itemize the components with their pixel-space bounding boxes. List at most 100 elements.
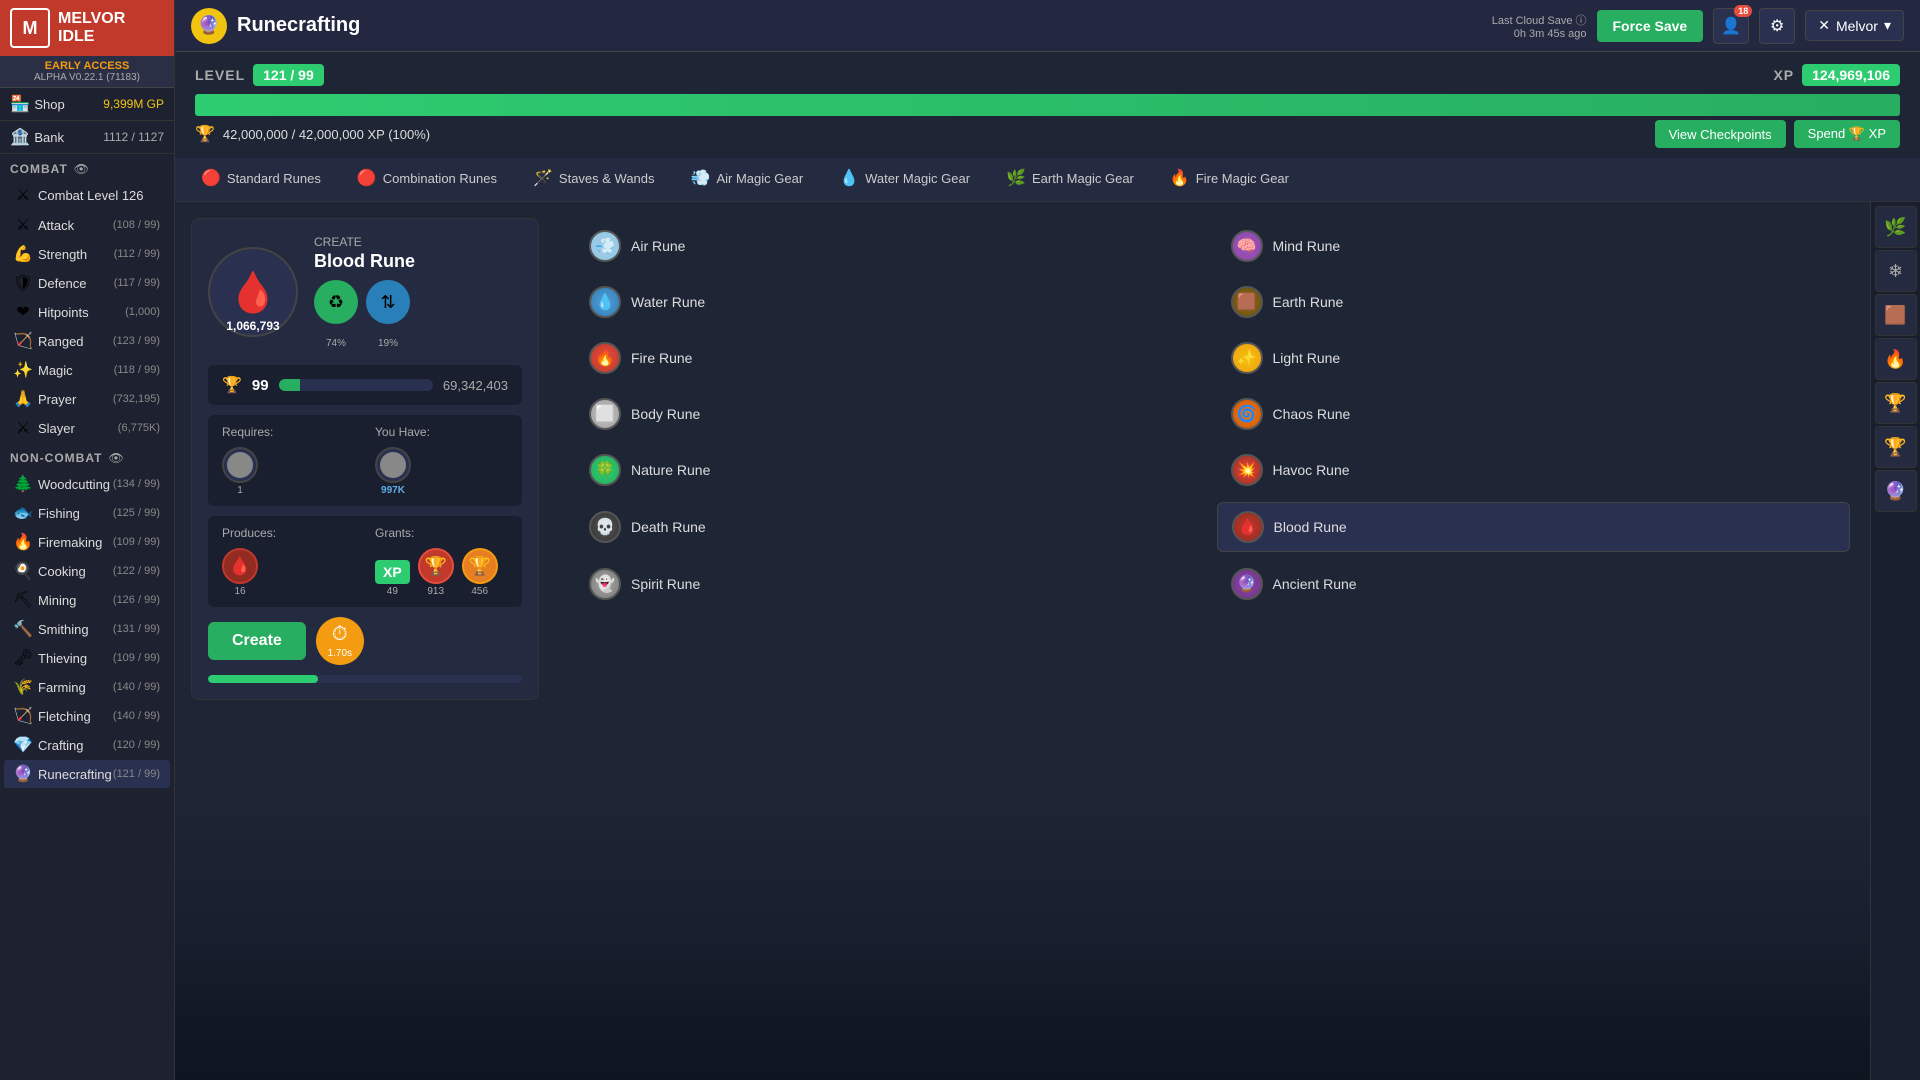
produce-count: 16 (234, 586, 245, 597)
timer-label: 1.70s (328, 648, 352, 659)
logo[interactable]: M (10, 8, 50, 48)
sidebar-item-ranged[interactable]: 🏹 Ranged (123 / 99) (4, 327, 170, 355)
sidebar-item-bank[interactable]: 🏦 Bank 1112 / 1127 (0, 121, 174, 154)
rune-item-nature-rune[interactable]: 🍀 Nature Rune (575, 446, 1209, 494)
bank-slots: 1112 / 1127 (103, 130, 164, 144)
arrows-button[interactable]: ⇅ (366, 280, 410, 324)
rune-item-earth-rune[interactable]: 🟫 Earth Rune (1217, 278, 1851, 326)
rune-item-fire-rune[interactable]: 🔥 Fire Rune (575, 334, 1209, 382)
noncombat-section-label: NON-COMBAT (10, 451, 102, 465)
tab-standard-runes[interactable]: 🔴 Standard Runes (185, 158, 337, 201)
tab-earth-magic-gear[interactable]: 🌿 Earth Magic Gear (990, 158, 1150, 201)
rune-item-chaos-rune[interactable]: 🌀 Chaos Rune (1217, 390, 1851, 438)
tab-icon: 🪄 (533, 168, 553, 188)
rune-item-mind-rune[interactable]: 🧠 Mind Rune (1217, 222, 1851, 270)
skill-levels: (123 / 99) (113, 335, 160, 347)
right-sidebar-btn-trophy[interactable]: 🏆 (1875, 382, 1917, 424)
sidebar-item-firemaking[interactable]: 🔥 Firemaking (109 / 99) (4, 528, 170, 556)
sidebar-item-runecrafting[interactable]: 🔮 Runecrafting (121 / 99) (4, 760, 170, 788)
tab-label: Water Magic Gear (865, 171, 970, 186)
sidebar-item-crafting[interactable]: 💎 Crafting (120 / 99) (4, 731, 170, 759)
sidebar-item-smithing[interactable]: 🔨 Smithing (131 / 99) (4, 615, 170, 643)
xp-value: 124,969,106 (1802, 64, 1900, 86)
sidebar-item-magic[interactable]: ✨ Magic (118 / 99) (4, 356, 170, 384)
rune-name: Spirit Rune (631, 576, 700, 592)
sidebar-item-attack[interactable]: ⚔ Attack (108 / 99) (4, 211, 170, 239)
craft-qty-bar (279, 379, 433, 391)
skill-levels: (134 / 99) (113, 478, 160, 490)
you-have-count: 997K (381, 485, 405, 496)
rune-item-water-rune[interactable]: 💧 Water Rune (575, 278, 1209, 326)
sidebar-item-woodcutting[interactable]: 🌲 Woodcutting (134 / 99) (4, 470, 170, 498)
create-timer-button[interactable]: ⏱ 1.70s (316, 617, 364, 665)
sidebar-item-shop[interactable]: 🏪 Shop 9,399M GP (0, 88, 174, 121)
tab-water-magic-gear[interactable]: 💧 Water Magic Gear (823, 158, 986, 201)
rune-icon: 🔮 (1231, 568, 1263, 600)
rune-name: Mind Rune (1273, 238, 1341, 254)
sidebar-item-mining[interactable]: ⛏ Mining (126 / 99) (4, 586, 170, 614)
right-sidebar-btn-ice[interactable]: ❄ (1875, 250, 1917, 292)
rune-icon: 🌀 (1231, 398, 1263, 430)
craft-item-name: Blood Rune (314, 251, 415, 272)
combat-level-label: Combat Level 126 (38, 188, 144, 203)
recycle-button[interactable]: ♻ (314, 280, 358, 324)
create-button[interactable]: Create (208, 622, 306, 660)
main-content: 🔮 Runecrafting Last Cloud Save ⓘ 0h 3m 4… (175, 0, 1920, 1080)
rune-name: Air Rune (631, 238, 685, 254)
rune-item-light-rune[interactable]: ✨ Light Rune (1217, 334, 1851, 382)
tab-label: Staves & Wands (559, 171, 655, 186)
sidebar-item-fishing[interactable]: 🐟 Fishing (125 / 99) (4, 499, 170, 527)
save-info: Last Cloud Save ⓘ 0h 3m 45s ago (1492, 12, 1587, 40)
noncombat-visibility-toggle[interactable]: 👁 (108, 451, 123, 465)
user-menu-button[interactable]: ✕ Melvor ▾ (1805, 10, 1904, 41)
right-sidebar-btn-nature[interactable]: 🌿 (1875, 206, 1917, 248)
sidebar-item-prayer[interactable]: 🙏 Prayer (732,195) (4, 385, 170, 413)
rune-item-blood-rune[interactable]: 🩸 Blood Rune (1217, 502, 1851, 552)
combat-visibility-toggle[interactable]: 👁 (74, 162, 89, 176)
view-checkpoints-button[interactable]: View Checkpoints (1655, 120, 1786, 148)
skill-icon: 🛡 (14, 274, 32, 292)
tab-fire-magic-gear[interactable]: 🔥 Fire Magic Gear (1154, 158, 1305, 201)
tab-air-magic-gear[interactable]: 💨 Air Magic Gear (675, 158, 820, 201)
grant-xp: XP 49 (375, 560, 410, 597)
topbar: 🔮 Runecrafting Last Cloud Save ⓘ 0h 3m 4… (175, 0, 1920, 52)
force-save-button[interactable]: Force Save (1597, 10, 1704, 42)
rune-item-spirit-rune[interactable]: 👻 Spirit Rune (575, 560, 1209, 608)
rune-item-body-rune[interactable]: ⬜ Body Rune (575, 390, 1209, 438)
sidebar-item-defence[interactable]: 🛡 Defence (117 / 99) (4, 269, 170, 297)
req-item[interactable]: 1 (222, 447, 258, 496)
sidebar-item-cooking[interactable]: 🍳 Cooking (122 / 99) (4, 557, 170, 585)
sidebar-item-strength[interactable]: 💪 Strength (112 / 99) (4, 240, 170, 268)
tab-staves-&-wands[interactable]: 🪄 Staves & Wands (517, 158, 671, 201)
rune-item-death-rune[interactable]: 💀 Death Rune (575, 502, 1209, 552)
craft-qty-max: 69,342,403 (443, 378, 508, 393)
craft-item-icon: 🩸 (228, 269, 278, 316)
bank-label: Bank (34, 130, 64, 145)
right-sidebar-btn-rune[interactable]: 🔮 (1875, 470, 1917, 512)
skill-icon: 🏹 (14, 332, 32, 350)
sidebar-item-fletching[interactable]: 🏹 Fletching (140 / 99) (4, 702, 170, 730)
sidebar-item-hitpoints[interactable]: ❤ Hitpoints (1,000) (4, 298, 170, 326)
create-button-row: Create ⏱ 1.70s (208, 617, 522, 665)
right-sidebar-btn-earth[interactable]: 🟫 (1875, 294, 1917, 336)
rune-item-havoc-rune[interactable]: 💥 Havoc Rune (1217, 446, 1851, 494)
right-sidebar-btn-trophy2[interactable]: 🏆 (1875, 426, 1917, 468)
rune-icon: 🟫 (1231, 286, 1263, 318)
rune-item-air-rune[interactable]: 💨 Air Rune (575, 222, 1209, 270)
settings-button[interactable]: ⚙ (1759, 8, 1795, 44)
skill-icon: ⛏ (14, 591, 32, 609)
rune-item-ancient-rune[interactable]: 🔮 Ancient Rune (1217, 560, 1851, 608)
spend-xp-button[interactable]: Spend 🏆 XP (1794, 120, 1900, 148)
sidebar-item-combat-level[interactable]: ⚔ Combat Level 126 (4, 181, 170, 209)
sidebar-item-thieving[interactable]: 🗝 Thieving (109 / 99) (4, 644, 170, 672)
you-have-items: 997K (375, 447, 508, 496)
craft-info: CREATE Blood Rune ♻ 74% ⇅ 19% (314, 235, 415, 349)
notifications-button[interactable]: 👤 18 (1713, 8, 1749, 44)
you-have-item[interactable]: 997K (375, 447, 411, 496)
tab-icon: 💨 (691, 168, 711, 188)
sidebar-item-slayer[interactable]: ⚔ Slayer (6,775K) (4, 414, 170, 442)
tab-combination-runes[interactable]: 🔴 Combination Runes (341, 158, 513, 201)
sidebar-item-farming[interactable]: 🌾 Farming (140 / 99) (4, 673, 170, 701)
right-sidebar-btn-fire[interactable]: 🔥 (1875, 338, 1917, 380)
content-area: 🩸 1,066,793 CREATE Blood Rune ♻ 74% (175, 202, 1920, 1080)
